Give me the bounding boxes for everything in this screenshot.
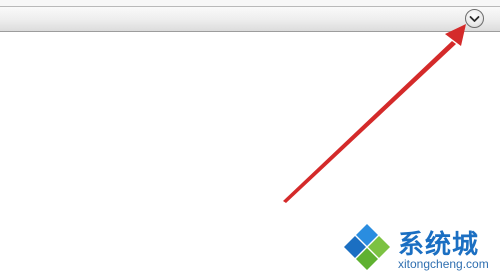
watermark-logo-icon [344,224,390,270]
watermark-brand-text: 系统城 [398,230,480,260]
expand-ribbon-button[interactable] [465,9,484,28]
site-watermark: 系统城 xitongcheng.com [340,218,500,277]
arrow-shaft [283,41,456,203]
screenshot-stage: 系统城 xitongcheng.com [0,0,500,277]
chevron-down-icon [469,15,480,22]
watermark-domain-text: xitongcheng.com [398,257,489,271]
minimized-ribbon-bar [0,6,500,32]
